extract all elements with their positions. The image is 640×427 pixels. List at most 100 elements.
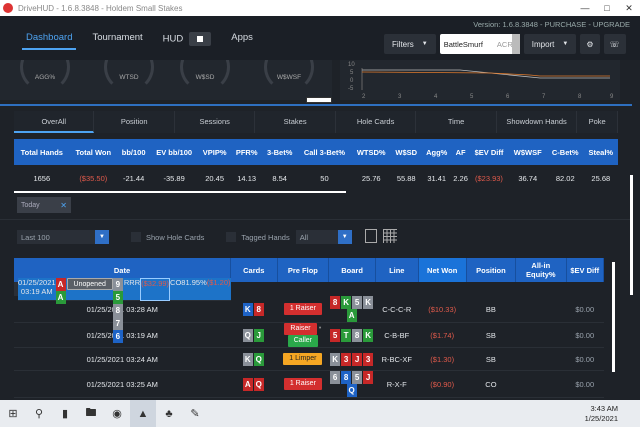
hand-allin-equity [515, 296, 566, 323]
col-cbet[interactable]: C-Bet% [546, 139, 584, 165]
hand-allin-equity [515, 322, 566, 348]
tab-poker[interactable]: Poke [577, 111, 619, 133]
col-af[interactable]: AF [451, 139, 470, 165]
support-button[interactable]: ☏ [603, 34, 626, 54]
chrome-icon[interactable]: ◉ [104, 400, 130, 427]
panel-resize-handle[interactable] [306, 97, 332, 103]
hand-line: R-X-F [375, 370, 419, 398]
preflop-action-badge: Caller [287, 335, 319, 347]
tab-hole-cards[interactable]: Hole Cards [335, 111, 417, 133]
tab-overall[interactable]: OverAll [14, 111, 95, 133]
col-preflop[interactable]: Pre Flop [277, 258, 330, 282]
phone-app-icon[interactable]: ▮ [52, 400, 78, 427]
page-vertical-scrollbar[interactable] [630, 175, 633, 295]
system-clock[interactable]: 3:43 AM 1/25/2021 [585, 404, 618, 424]
maximize-icon[interactable]: □ [596, 0, 618, 16]
hands-vertical-scrollbar[interactable] [612, 262, 615, 372]
chevron-down-icon[interactable]: ▼ [95, 230, 109, 244]
section-divider [0, 104, 632, 106]
col-agg[interactable]: Agg% [421, 139, 452, 165]
stats-horizontal-scrollbar[interactable] [14, 191, 346, 193]
tab-position[interactable]: Position [94, 111, 175, 133]
tab-dashboard[interactable]: Dashboard [22, 28, 77, 50]
col-cards[interactable]: Cards [230, 258, 278, 282]
tagged-hands-checkbox[interactable] [226, 232, 237, 242]
close-icon[interactable]: ✕ [618, 0, 640, 16]
player-selector[interactable]: BattleSmurf ACR [439, 34, 520, 54]
poker-client-icon[interactable]: ♣ [156, 400, 182, 427]
player-dropdown-icon[interactable] [511, 34, 520, 54]
search-icon[interactable]: ⚲ [26, 400, 52, 427]
settings-button[interactable]: ⚙ [580, 34, 600, 54]
grid-view-icon[interactable] [383, 229, 397, 243]
chevron-down-icon[interactable]: ▼ [337, 230, 352, 244]
headset-icon: ☏ [609, 39, 620, 49]
table-row[interactable]: 01/25/2021 03:19 AM AA Unopened 95876 RRR ($3… [14, 277, 231, 343]
table-row[interactable]: 01/25/2021 03:24 AM K Q 1 Limper K 3 J 3 R-BC-XF… [14, 347, 604, 371]
y-tick: 0 [350, 78, 354, 84]
gauge-label-wtsd: WTSD [119, 74, 139, 81]
tab-stakes[interactable]: Stakes [255, 111, 336, 133]
windows-start-icon[interactable]: ⊞ [0, 400, 26, 427]
col-ev-diff[interactable]: $EV Diff [469, 139, 509, 165]
filters-button[interactable]: Filters ▼ [384, 34, 436, 54]
tab-time[interactable]: Time [416, 111, 497, 133]
file-explorer-icon[interactable]: 🖿 [78, 400, 104, 427]
col-total-won[interactable]: Total Won [69, 139, 117, 165]
preflop-action-badge: Unopened [66, 277, 113, 290]
col-net-won[interactable]: Net Won [418, 258, 467, 282]
table-row[interactable]: 01/25/2021 03:25 AM A Q 1 Raiser 6 8 5 JQ R-X-F(… [14, 370, 604, 398]
tab-sessions[interactable]: Sessions [174, 111, 256, 133]
app-header: Version: 1.6.8.3848 - PURCHASE - UPGRADE… [0, 16, 640, 60]
col-total-hands[interactable]: Total Hands [14, 139, 70, 165]
col-wtsd[interactable]: WTSD% [351, 139, 391, 165]
col-ev-diff[interactable]: $EV Diff [566, 258, 604, 282]
filters-label: Filters [392, 39, 414, 49]
col-line[interactable]: Line [375, 258, 419, 282]
drivehud-taskbar-icon[interactable]: ▲ [130, 400, 156, 427]
table-row[interactable]: 01/25/2021 03:19 AM Q J Raiser • Caller 5 T 8 K… [14, 322, 604, 348]
col-wwsf[interactable]: W$WSF [508, 139, 547, 165]
separator-dot: • [316, 323, 322, 332]
board-card: 8 [341, 371, 352, 384]
tab-tournament[interactable]: Tournament [88, 28, 146, 50]
board-card: 5 [352, 371, 363, 384]
tab-showdown-hands[interactable]: Showdown Hands [496, 111, 578, 133]
preflop-action-badge: 1 Raiser [283, 303, 322, 315]
col-board[interactable]: Board [328, 258, 376, 282]
preflop-action-badge: Raiser [284, 323, 317, 335]
col-wsd[interactable]: W$SD [390, 139, 422, 165]
col-call-3bet[interactable]: Call 3-Bet% [297, 139, 352, 165]
minimize-icon[interactable]: — [574, 0, 596, 16]
tab-hud[interactable]: HUD [159, 28, 216, 50]
range-select[interactable]: Last 100 ▼ [17, 230, 109, 244]
note-app-icon[interactable]: ✎ [182, 400, 208, 427]
col-steal[interactable]: Steal% [583, 139, 618, 165]
col-3bet[interactable]: 3-Bet% [262, 139, 298, 165]
hand-ev-diff: $0.00 [566, 322, 604, 348]
col-position[interactable]: Position [466, 258, 517, 282]
main-nav: Dashboard Tournament HUD Apps [22, 28, 269, 50]
stat-value: 14.13 [231, 165, 263, 191]
col-ev-bb100[interactable]: EV bb/100 [150, 139, 199, 165]
hand-board: 6 8 5 JQ [328, 370, 376, 398]
import-button[interactable]: Import ▼ [523, 34, 577, 54]
version-text[interactable]: Version: 1.6.8.3848 - PURCHASE - UPGRADE [473, 20, 630, 29]
calculator-icon[interactable] [365, 229, 377, 243]
close-icon[interactable]: ✕ [60, 201, 67, 210]
hand-net-won: ($1.74) [418, 322, 467, 348]
stat-value: 1656 [14, 165, 70, 191]
col-allin-equity[interactable]: All-in Equity% [515, 258, 567, 282]
tab-apps[interactable]: Apps [227, 28, 257, 50]
hand-ev-diff: $0.00 [566, 370, 604, 398]
board-card: J [363, 371, 374, 384]
stat-value: 25.76 [351, 165, 391, 191]
col-pfr[interactable]: PFR% [231, 139, 263, 165]
hud-toggle[interactable] [189, 32, 212, 46]
x-tick: 9 [610, 94, 614, 100]
col-vpip[interactable]: VPIP% [198, 139, 232, 165]
show-hole-cards-checkbox[interactable] [131, 232, 141, 242]
tagged-hands-select[interactable]: All ▼ [295, 230, 352, 244]
playing-card: K [242, 302, 253, 316]
col-bb100[interactable]: bb/100 [116, 139, 151, 165]
